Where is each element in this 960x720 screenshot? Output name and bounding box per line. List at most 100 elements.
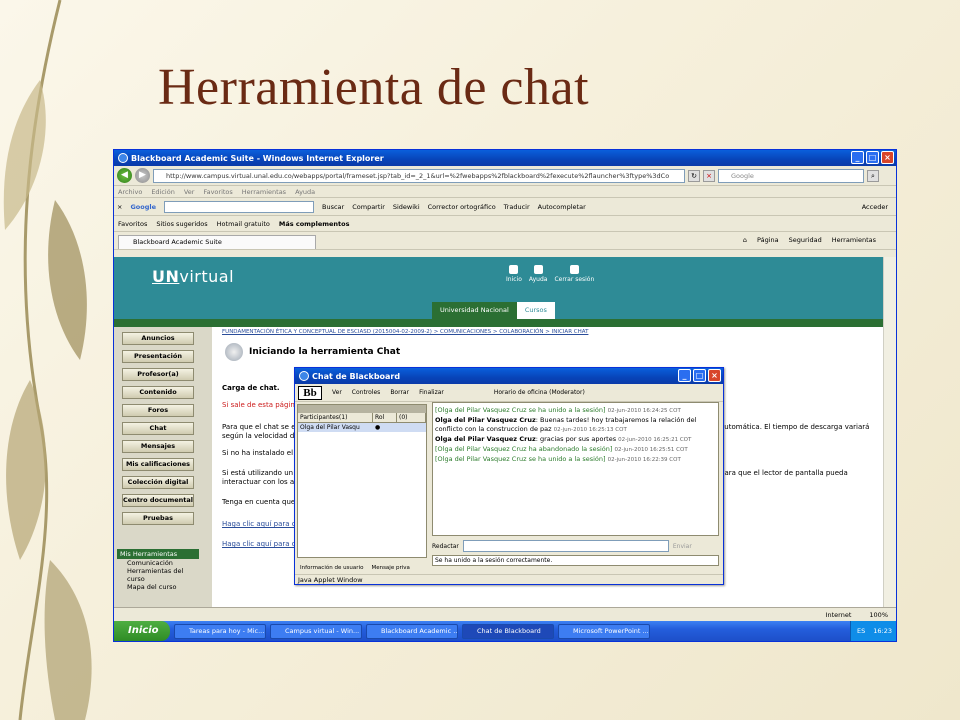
search-icon[interactable]: ⌕ xyxy=(867,169,879,182)
task-tareas[interactable]: Tareas para hoy - Mic... xyxy=(174,623,266,639)
status-bar: Internet 100% xyxy=(114,607,896,621)
tab-bar: Blackboard Academic Suite ⌂ Página Segur… xyxy=(114,232,896,250)
haga-clic-link-2[interactable]: Haga clic aquí para d xyxy=(222,540,296,549)
zoom-level[interactable]: 100% xyxy=(869,611,888,619)
nav-centro-documental[interactable]: Centro documental xyxy=(122,494,194,507)
system-tray: ES 16:23 xyxy=(850,621,896,641)
nav-mensajes[interactable]: Mensajes xyxy=(122,440,194,453)
tab-cursos[interactable]: Cursos xyxy=(516,302,555,319)
nav-coleccion-digital[interactable]: Colección digital xyxy=(122,476,194,489)
tab-blackboard[interactable]: Blackboard Academic Suite xyxy=(118,235,316,249)
autocompletar-button[interactable]: Autocompletar xyxy=(538,203,586,211)
herramientas-menu[interactable]: Herramientas xyxy=(832,236,876,244)
favorites-bar: Favoritos Sitios sugeridos Hotmail gratu… xyxy=(114,216,896,232)
cerrar-sesion-link[interactable]: Cerrar sesión xyxy=(554,265,594,283)
message-line: Olga del Pilar Vasquez Cruz: Buenas tard… xyxy=(435,416,697,424)
session-name: Horario de oficina (Moderator) xyxy=(493,389,585,396)
nav-mis-calificaciones[interactable]: Mis calificaciones xyxy=(122,458,194,471)
message-line: Olga del Pilar Vasquez Cruz: gracias por… xyxy=(435,435,692,443)
refresh-icon[interactable]: ↻ xyxy=(688,169,700,182)
maximize-button[interactable]: □ xyxy=(866,151,879,164)
acceder-button[interactable]: Acceder xyxy=(862,203,888,211)
controles-button[interactable]: Controles xyxy=(352,389,381,396)
nav-pruebas[interactable]: Pruebas xyxy=(122,512,194,525)
mas-complementos-link[interactable]: Más complementos xyxy=(279,220,350,228)
mensaje-privado-button[interactable]: Mensaje priva xyxy=(371,565,409,571)
participant-row[interactable]: Olga del Pilar Vasqu ● xyxy=(298,423,426,432)
breadcrumb[interactable]: FUNDAMENTACIÓN ÉTICA Y CONCEPTUAL DE ESC… xyxy=(222,329,882,335)
seguridad-menu[interactable]: Seguridad xyxy=(789,236,822,244)
inicio-link[interactable]: Inicio xyxy=(506,265,522,283)
nav-foros[interactable]: Foros xyxy=(122,404,194,417)
message-line: [Olga del Pilar Vasquez Cruz se ha unido… xyxy=(435,455,681,463)
traducir-button[interactable]: Traducir xyxy=(504,203,530,211)
participants-header[interactable]: Participantes(1) xyxy=(298,413,373,422)
redactar-button[interactable]: Redactar xyxy=(432,543,459,550)
chat-maximize-button[interactable]: □ xyxy=(693,369,706,382)
corrector-button[interactable]: Corrector ortográfico xyxy=(428,203,496,211)
ie-icon xyxy=(118,153,128,163)
forward-button[interactable]: ▶ xyxy=(135,168,150,183)
ver-button[interactable]: Ver xyxy=(332,389,342,396)
para-que-text: Para que el chat se e xyxy=(222,423,296,431)
pagina-menu[interactable]: Página xyxy=(757,236,779,244)
sitios-sugeridos-link[interactable]: Sitios sugeridos xyxy=(156,220,207,228)
herramientas-curso-link[interactable]: Herramientas del curso xyxy=(117,567,199,583)
favoritos-button[interactable]: Favoritos xyxy=(118,220,147,228)
google-search-input[interactable] xyxy=(164,200,315,213)
address-bar[interactable]: http://www.campus.virtual.unal.edu.co/we… xyxy=(153,168,685,183)
menu-herramientas[interactable]: Herramientas xyxy=(242,188,286,196)
nav-contenido[interactable]: Contenido xyxy=(122,386,194,399)
si-esta-text-right: para que el lector de pantalla pueda xyxy=(720,469,848,477)
back-button[interactable]: ◀ xyxy=(117,168,132,183)
mapa-curso-link[interactable]: Mapa del curso xyxy=(117,583,199,591)
message-line: conflicto con la construccion de paz 02-… xyxy=(435,425,627,433)
page-scrollbar[interactable] xyxy=(883,257,896,607)
task-chat[interactable]: Chat de Blackboard xyxy=(462,623,554,639)
buscar-button[interactable]: Buscar xyxy=(322,203,344,211)
language-indicator[interactable]: ES xyxy=(857,627,865,635)
chat-minimize-button[interactable]: _ xyxy=(678,369,691,382)
menu-favoritos[interactable]: Favoritos xyxy=(203,188,232,196)
un-virtual-logo: UNvirtual xyxy=(152,267,235,286)
task-campus[interactable]: Campus virtual - Win... xyxy=(270,623,362,639)
search-input[interactable]: Google xyxy=(718,168,864,183)
menu-archivo[interactable]: Archivo xyxy=(118,188,142,196)
para-que-text-right: automática. El tiempo de descarga variar… xyxy=(720,423,870,431)
rol-header[interactable]: Rol xyxy=(373,413,397,422)
google-label: Google xyxy=(130,202,157,211)
haga-clic-link-1[interactable]: Haga clic aquí para c xyxy=(222,520,296,529)
menu-ver[interactable]: Ver xyxy=(184,188,195,196)
close-toolbar-icon[interactable]: × xyxy=(117,203,122,211)
course-nav: Anuncios Presentación Profesor(a) Conten… xyxy=(114,327,212,607)
sidewiki-button[interactable]: Sidewiki xyxy=(393,203,420,211)
enviar-button[interactable]: Enviar xyxy=(673,543,692,550)
hotmail-link[interactable]: Hotmail gratuito xyxy=(217,220,270,228)
home-icon[interactable]: ⌂ xyxy=(743,236,747,244)
nav-anuncios[interactable]: Anuncios xyxy=(122,332,194,345)
minimize-button[interactable]: _ xyxy=(851,151,864,164)
chat-close-button[interactable]: × xyxy=(708,369,721,382)
finalizar-button[interactable]: Finalizar xyxy=(419,389,444,396)
close-button[interactable]: × xyxy=(881,151,894,164)
nav-profesor[interactable]: Profesor(a) xyxy=(122,368,194,381)
nav-chat[interactable]: Chat xyxy=(122,422,194,435)
browser-title: Blackboard Academic Suite - Windows Inte… xyxy=(131,153,384,163)
compartir-button[interactable]: Compartir xyxy=(352,203,385,211)
tab-universidad-nacional[interactable]: Universidad Nacional xyxy=(432,302,517,319)
task-powerpoint[interactable]: Microsoft PowerPoint ... xyxy=(558,623,650,639)
task-blackboard[interactable]: Blackboard Academic ... xyxy=(366,623,458,639)
chat-message-input[interactable] xyxy=(462,540,669,552)
chat-status: Se ha unido a la sesión correctamente. xyxy=(432,555,719,566)
info-usuario-button[interactable]: Información de usuario xyxy=(300,565,363,571)
comunicacion-link[interactable]: Comunicación xyxy=(117,559,199,567)
segun-text: según la velocidad de xyxy=(222,432,299,440)
menu-edicion[interactable]: Edición xyxy=(151,188,175,196)
ayuda-link[interactable]: Ayuda xyxy=(529,265,547,283)
nav-presentacion[interactable]: Presentación xyxy=(122,350,194,363)
borrar-button[interactable]: Borrar xyxy=(390,389,409,396)
menu-ayuda[interactable]: Ayuda xyxy=(295,188,315,196)
chat-title: Chat de Blackboard xyxy=(312,371,401,381)
start-button[interactable]: Inicio xyxy=(114,621,170,641)
stop-icon[interactable]: × xyxy=(703,169,715,182)
